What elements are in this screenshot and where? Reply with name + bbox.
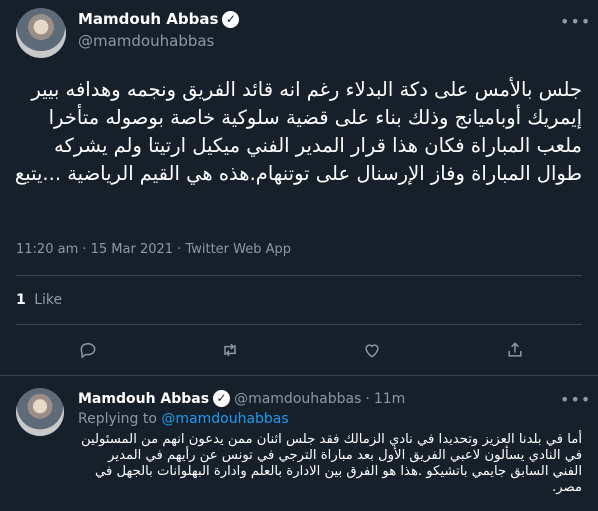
author-handle[interactable]: @mamdouhabbas xyxy=(78,32,214,50)
likes-count: 1 xyxy=(16,292,26,308)
tweet-timestamp[interactable]: 11:20 am · 15 Mar 2021 · Twitter Web App xyxy=(16,242,291,257)
retweet-icon[interactable] xyxy=(218,340,242,364)
reply-text: أما في بلدنا العزيز وتحديدا في نادي الزم… xyxy=(80,432,582,495)
reply-icon[interactable] xyxy=(76,340,100,364)
share-icon[interactable] xyxy=(503,340,527,364)
verified-badge-icon: ✓ xyxy=(222,10,240,28)
reply-header[interactable]: Mamdouh Abbas ✓ @mamdouhabbas · 11m xyxy=(78,390,405,407)
author-name-row[interactable]: Mamdouh Abbas ✓ xyxy=(78,10,240,28)
reply-author-name[interactable]: Mamdouh Abbas xyxy=(78,391,209,407)
divider xyxy=(16,275,582,276)
replying-to-label: Replying to xyxy=(78,411,157,427)
reply-time[interactable]: 11m xyxy=(374,391,405,407)
like-icon[interactable] xyxy=(360,340,384,364)
replying-to: Replying to @mamdouhabbas xyxy=(78,411,289,427)
author-avatar[interactable] xyxy=(16,8,66,58)
divider xyxy=(0,375,598,376)
replying-to-handle[interactable]: @mamdouhabbas xyxy=(161,411,288,427)
tweet-text: جلس بالأمس على دكة البدلاء رغم انه قائد … xyxy=(14,78,582,185)
more-icon[interactable]: ••• xyxy=(560,12,591,31)
likes-label: Like xyxy=(34,292,63,308)
separator-dot: · xyxy=(365,390,370,407)
verified-badge-icon: ✓ xyxy=(213,390,231,407)
reply-author-handle[interactable]: @mamdouhabbas xyxy=(234,391,361,407)
author-name[interactable]: Mamdouh Abbas xyxy=(78,10,218,28)
reply-author-avatar[interactable] xyxy=(16,388,64,436)
more-icon[interactable]: ••• xyxy=(560,390,591,409)
divider xyxy=(16,324,582,325)
likes-stat[interactable]: 1 Like xyxy=(16,292,62,308)
